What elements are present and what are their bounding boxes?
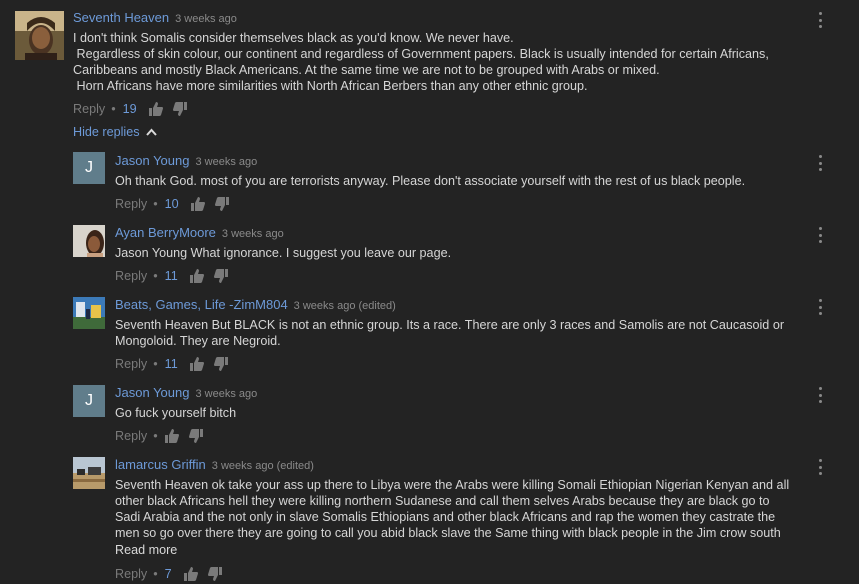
like-count: 19 (122, 102, 137, 116)
more-vert-icon[interactable] (817, 227, 823, 243)
reply-button[interactable]: Reply (115, 567, 147, 581)
author-name[interactable]: Beats, Games, Life -ZimM804 (115, 297, 288, 312)
timestamp[interactable]: 3 weeks ago (edited) (294, 300, 396, 312)
comment-text: Seventh Heaven ok take your ass up there… (115, 478, 790, 540)
author-name[interactable]: Ayan BerryMoore (115, 225, 216, 240)
comment-actions: Reply • 11 (115, 269, 238, 283)
comment-actions: Reply • 19 (73, 102, 197, 116)
avatar[interactable]: J (73, 385, 105, 417)
timestamp[interactable]: 3 weeks ago (222, 228, 284, 240)
comment-header: Jason Young 3 weeks ago (115, 153, 257, 168)
thumbs-down-icon[interactable] (213, 357, 228, 371)
thumbs-down-icon[interactable] (207, 567, 222, 581)
hide-replies-button[interactable]: Hide replies (73, 125, 157, 139)
reply-button[interactable]: Reply (115, 197, 147, 211)
like-count: 7 (164, 567, 172, 581)
thumbs-down-icon[interactable] (172, 102, 187, 116)
thumbs-down-icon[interactable] (213, 269, 228, 283)
comment-text: I don't think Somalis consider themselve… (73, 31, 769, 93)
like-count: 11 (164, 357, 178, 371)
reply-button[interactable]: Reply (115, 357, 147, 371)
timestamp[interactable]: 3 weeks ago (edited) (212, 460, 314, 472)
comment-text: Oh thank God. most of you are terrorists… (115, 174, 746, 188)
comment-actions: Reply • (115, 429, 213, 443)
avatar[interactable] (73, 297, 105, 329)
thumbs-up-icon[interactable] (189, 269, 204, 283)
reply-button[interactable]: Reply (73, 102, 105, 116)
more-vert-icon[interactable] (817, 299, 823, 315)
more-vert-icon[interactable] (817, 155, 823, 171)
comment-actions: Reply • 10 (115, 197, 239, 211)
comment-header: Jason Young 3 weeks ago (115, 385, 257, 400)
avatar[interactable] (73, 225, 105, 257)
comment-header: lamarcus Griffin 3 weeks ago (edited) (115, 457, 314, 472)
comment-text: Jason Young What ignorance. I suggest yo… (115, 246, 452, 260)
read-more-link[interactable]: Read more (115, 543, 177, 557)
author-name[interactable]: lamarcus Griffin (115, 457, 206, 472)
like-count: 10 (164, 197, 179, 211)
reply-button[interactable]: Reply (115, 429, 147, 443)
thumbs-up-icon[interactable] (190, 197, 205, 211)
chevron-up-icon (145, 125, 157, 139)
comment-header: Seventh Heaven 3 weeks ago (73, 10, 237, 25)
avatar[interactable]: J (73, 152, 105, 184)
more-vert-icon[interactable] (817, 12, 823, 28)
author-name[interactable]: Jason Young (115, 153, 189, 168)
author-name[interactable]: Jason Young (115, 385, 189, 400)
more-vert-icon[interactable] (817, 459, 823, 475)
author-name[interactable]: Seventh Heaven (73, 10, 169, 25)
thumbs-up-icon[interactable] (148, 102, 163, 116)
thumbs-up-icon[interactable] (164, 429, 179, 443)
timestamp[interactable]: 3 weeks ago (195, 156, 257, 168)
thumbs-up-icon[interactable] (189, 357, 204, 371)
comment-text: Seventh Heaven But BLACK is not an ethni… (115, 318, 785, 348)
thumbs-up-icon[interactable] (183, 567, 198, 581)
comment-header: Beats, Games, Life -ZimM804 3 weeks ago (… (115, 297, 396, 312)
thumbs-down-icon[interactable] (188, 429, 203, 443)
avatar[interactable] (15, 11, 64, 60)
comment-actions: Reply • 7 (115, 567, 232, 581)
comment-text: Go fuck yourself bitch (115, 406, 237, 420)
comment-actions: Reply • 11 (115, 357, 238, 371)
thumbs-down-icon[interactable] (214, 197, 229, 211)
timestamp[interactable]: 3 weeks ago (195, 388, 257, 400)
more-vert-icon[interactable] (817, 387, 823, 403)
like-count: 11 (164, 269, 178, 283)
timestamp[interactable]: 3 weeks ago (175, 13, 237, 25)
avatar[interactable] (73, 457, 105, 489)
reply-button[interactable]: Reply (115, 269, 147, 283)
comment-header: Ayan BerryMoore 3 weeks ago (115, 225, 284, 240)
